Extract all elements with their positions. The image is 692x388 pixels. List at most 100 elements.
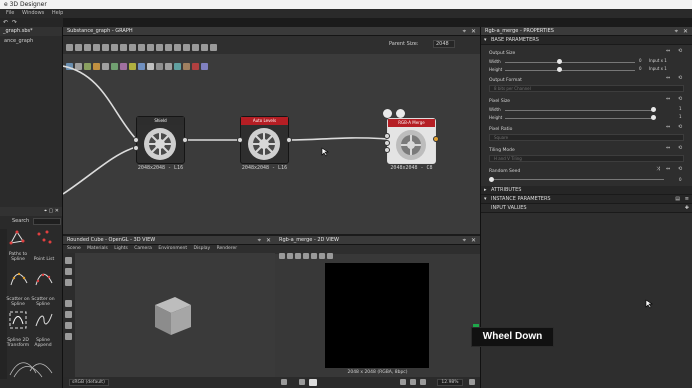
close-icon[interactable]: ✕ xyxy=(266,237,271,244)
node-rgba-merge[interactable]: RGB-A Merge xyxy=(387,118,436,164)
library-search-input[interactable] xyxy=(33,218,61,225)
node-shield[interactable]: Shield xyxy=(136,116,185,164)
light-icon[interactable] xyxy=(65,268,72,275)
spline-2d-transform-icon[interactable] xyxy=(8,310,28,330)
pin-icon[interactable]: ⌖ xyxy=(675,28,678,36)
undo-icon[interactable]: ↶ xyxy=(3,19,8,26)
pixel-ratio-select[interactable]: Square xyxy=(489,134,684,141)
menu-icon[interactable]: ≡ xyxy=(685,195,689,204)
redo-icon[interactable]: ↷ xyxy=(12,19,17,26)
axis-icon[interactable] xyxy=(65,311,72,318)
settings-icon[interactable] xyxy=(295,253,301,259)
zoom-fit-icon[interactable] xyxy=(174,44,181,51)
output-width-slider[interactable] xyxy=(505,62,635,63)
channel-icon[interactable] xyxy=(311,253,317,259)
point-list-icon[interactable] xyxy=(35,229,53,247)
save-icon[interactable] xyxy=(279,253,285,259)
spline-append-icon[interactable] xyxy=(34,310,54,330)
section-input-values[interactable]: INPUT VALUES ✚ xyxy=(481,204,692,213)
scatter-on-spline-alt-icon[interactable] xyxy=(34,269,54,289)
layout-icon[interactable] xyxy=(147,44,154,51)
add-icon[interactable]: ✚ xyxy=(685,204,689,213)
shuffle-icon[interactable]: ⤨ xyxy=(656,166,660,172)
align-icon[interactable] xyxy=(129,44,136,51)
explorer-tab[interactable]: _graph.sbs* xyxy=(0,27,62,36)
link-icon[interactable]: ⇔ xyxy=(666,48,670,54)
menu-display[interactable]: Display xyxy=(194,246,211,251)
zoom-icon[interactable] xyxy=(183,44,190,51)
view-mode-icon[interactable] xyxy=(281,379,287,385)
reset-icon[interactable]: ⟲ xyxy=(678,96,682,102)
preset-icon[interactable]: ▤ xyxy=(675,195,680,204)
pixel-height-knob[interactable] xyxy=(651,115,656,120)
explorer-item[interactable]: ance_graph xyxy=(0,36,62,46)
node-auto-levels-input[interactable] xyxy=(237,137,243,143)
node-shield-input-1[interactable] xyxy=(133,137,139,143)
view-icon[interactable] xyxy=(165,44,172,51)
node-rgba-merge-input-b[interactable] xyxy=(384,147,390,153)
section-instance-parameters[interactable]: ▾ INSTANCE PARAMETERS ▤ ≡ xyxy=(481,195,692,204)
reset-icon[interactable]: ⟲ xyxy=(678,124,682,130)
histogram-icon[interactable] xyxy=(400,379,406,385)
comment-icon[interactable] xyxy=(111,44,118,51)
screenshot-icon[interactable] xyxy=(65,279,72,286)
reset-icon[interactable]: ⟲ xyxy=(678,48,682,54)
grid-toggle-icon[interactable] xyxy=(299,379,305,385)
export-icon[interactable] xyxy=(201,44,208,51)
menu-renderer[interactable]: Renderer xyxy=(217,246,238,251)
frame-icon[interactable] xyxy=(102,44,109,51)
zoom-input[interactable]: 12.98% xyxy=(437,379,463,386)
alpha-icon[interactable] xyxy=(410,379,416,385)
reset-icon[interactable]: ⟲ xyxy=(678,75,682,81)
menu-materials[interactable]: Materials xyxy=(87,246,108,251)
close-icon[interactable]: ✕ xyxy=(683,28,688,35)
close-icon[interactable]: ✕ xyxy=(471,237,476,244)
node-rgba-merge-input-g[interactable] xyxy=(384,140,390,146)
node-rgba-merge-input-r[interactable] xyxy=(384,133,390,139)
settings-icon[interactable] xyxy=(210,44,217,51)
3d-view-panel[interactable]: Rounded Cube - OpenGL - 3D VIEW ⌖ ✕ Scen… xyxy=(63,236,275,388)
pin-icon[interactable]: ⌖ xyxy=(258,237,261,245)
parent-size-select[interactable]: 2048 xyxy=(433,40,455,48)
link-icon[interactable]: ⇔ xyxy=(666,75,670,81)
filter-icon[interactable] xyxy=(156,44,163,51)
output-format-select[interactable]: 8 bits per Channel xyxy=(489,85,684,92)
graph-panel[interactable]: Substance_graph - GRAPH ⌖ ✕ Parent Size:… xyxy=(63,27,480,234)
pixel-height-slider[interactable] xyxy=(505,118,655,119)
zoom-menu-icon[interactable] xyxy=(469,379,475,385)
link-icon[interactable]: ⇔ xyxy=(666,124,670,130)
pin-icon[interactable]: ⌖ xyxy=(463,237,466,245)
node-shield-input-2[interactable] xyxy=(133,145,139,151)
link-icon[interactable] xyxy=(192,44,199,51)
node-auto-levels[interactable]: Auto Levels xyxy=(240,116,289,164)
node-preview-icon[interactable] xyxy=(396,109,405,118)
select-tool-icon[interactable] xyxy=(66,44,73,51)
eye-icon[interactable] xyxy=(65,333,72,340)
paths-to-spline-icon[interactable] xyxy=(9,229,27,247)
node-shield-output[interactable] xyxy=(182,137,188,143)
node-auto-levels-output[interactable] xyxy=(286,137,292,143)
color-space-select[interactable]: sRGB (default) xyxy=(69,379,109,386)
link-icon[interactable]: ⇔ xyxy=(666,96,670,102)
menu-lights[interactable]: Lights xyxy=(114,246,128,251)
random-seed-slider[interactable] xyxy=(494,179,664,180)
pin-icon[interactable]: ⌖ ▢ ✕ xyxy=(44,208,59,214)
output-height-slider[interactable] xyxy=(505,70,635,71)
output-height-mode[interactable]: Input x 1 xyxy=(649,66,667,71)
tiling-icon[interactable] xyxy=(303,253,309,259)
snap-icon[interactable] xyxy=(138,44,145,51)
reset-icon[interactable]: ⟲ xyxy=(678,166,682,172)
section-base-parameters[interactable]: ▾ BASE PARAMETERS xyxy=(481,36,692,45)
zoom-out-icon[interactable] xyxy=(420,379,426,385)
pen-icon[interactable] xyxy=(319,253,325,259)
menu-file[interactable]: File xyxy=(6,10,14,16)
tiling-mode-select[interactable]: H and V Tiling xyxy=(489,155,684,162)
pixel-width-knob[interactable] xyxy=(651,107,656,112)
node-rgba-merge-output[interactable] xyxy=(433,136,439,142)
node-bookmark-icon[interactable] xyxy=(383,109,392,118)
camera-icon[interactable] xyxy=(65,257,72,264)
fit-view-icon[interactable] xyxy=(309,379,317,386)
info-icon[interactable] xyxy=(93,44,100,51)
reset-icon[interactable]: ⟲ xyxy=(678,145,682,151)
menu-environment[interactable]: Environment xyxy=(158,246,187,251)
